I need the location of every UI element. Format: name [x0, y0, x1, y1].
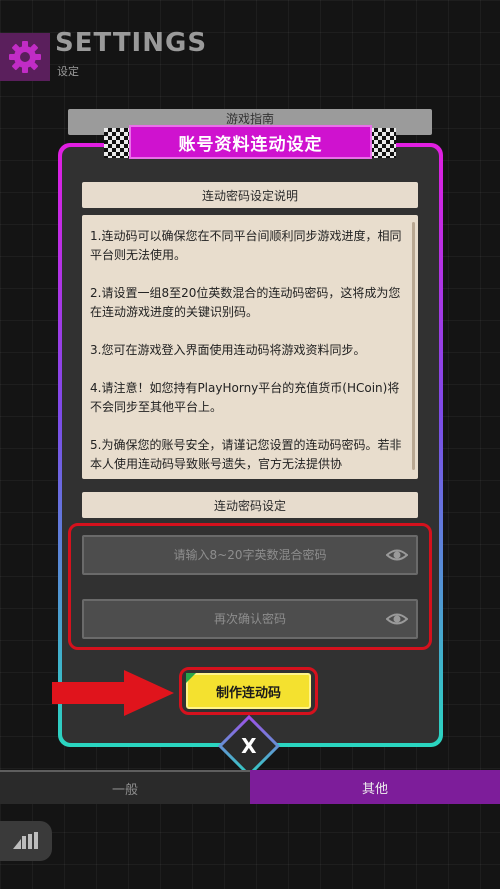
- back-button[interactable]: [0, 821, 52, 861]
- description-header: 连动密码设定说明: [82, 182, 418, 208]
- pixel-decoration-right: [370, 128, 396, 158]
- eye-icon[interactable]: [386, 610, 408, 628]
- confirm-password-field[interactable]: [82, 599, 418, 639]
- eye-icon[interactable]: [386, 546, 408, 564]
- tab-general[interactable]: 一般: [0, 770, 250, 804]
- settings-gear-button[interactable]: [0, 33, 50, 81]
- description-item: 2.请设置一组8至20位英数混合的连动码密码，这将成为您在连动游戏进度的关键识别…: [90, 286, 401, 319]
- description-item: 1.连动码可以确保您在不同平台间顺利同步游戏进度，相同平台则无法使用。: [90, 229, 402, 262]
- tab-other[interactable]: 其他: [250, 770, 500, 804]
- password-header: 连动密码设定: [82, 492, 418, 518]
- password-field[interactable]: [82, 535, 418, 575]
- make-link-code-label: 制作连动码: [215, 685, 281, 701]
- page-subtitle: 设定: [57, 65, 79, 78]
- corner-decoration: [186, 673, 196, 683]
- make-link-code-button[interactable]: 制作连动码: [186, 673, 311, 709]
- close-icon: X: [241, 733, 257, 758]
- pixel-decoration-left: [104, 128, 130, 158]
- description-item: 4.请注意！如您持有PlayHorny平台的充值货币(HCoin)将不会同步至其…: [90, 381, 400, 414]
- back-icon: [13, 832, 38, 849]
- description-box[interactable]: 1.连动码可以确保您在不同平台间顺利同步游戏进度，相同平台则无法使用。 2.请设…: [82, 215, 418, 479]
- bottom-tab-bar: 一般 其他: [0, 770, 500, 804]
- red-arrow-icon: [52, 670, 174, 716]
- description-item: 3.您可在游戏登入界面使用连动码将游戏资料同步。: [90, 343, 366, 357]
- password-input[interactable]: [110, 548, 390, 562]
- modal-title: 账号资料连动设定: [129, 125, 372, 159]
- page-title: SETTINGS: [55, 28, 208, 58]
- confirm-password-input[interactable]: [110, 612, 390, 626]
- description-scrollbar[interactable]: [412, 222, 415, 470]
- gear-icon: [9, 41, 41, 73]
- description-item: 5.为确保您的账号安全，请谨记您设置的连动码密码。若非本人使用连动码导致账号遗失…: [90, 438, 402, 471]
